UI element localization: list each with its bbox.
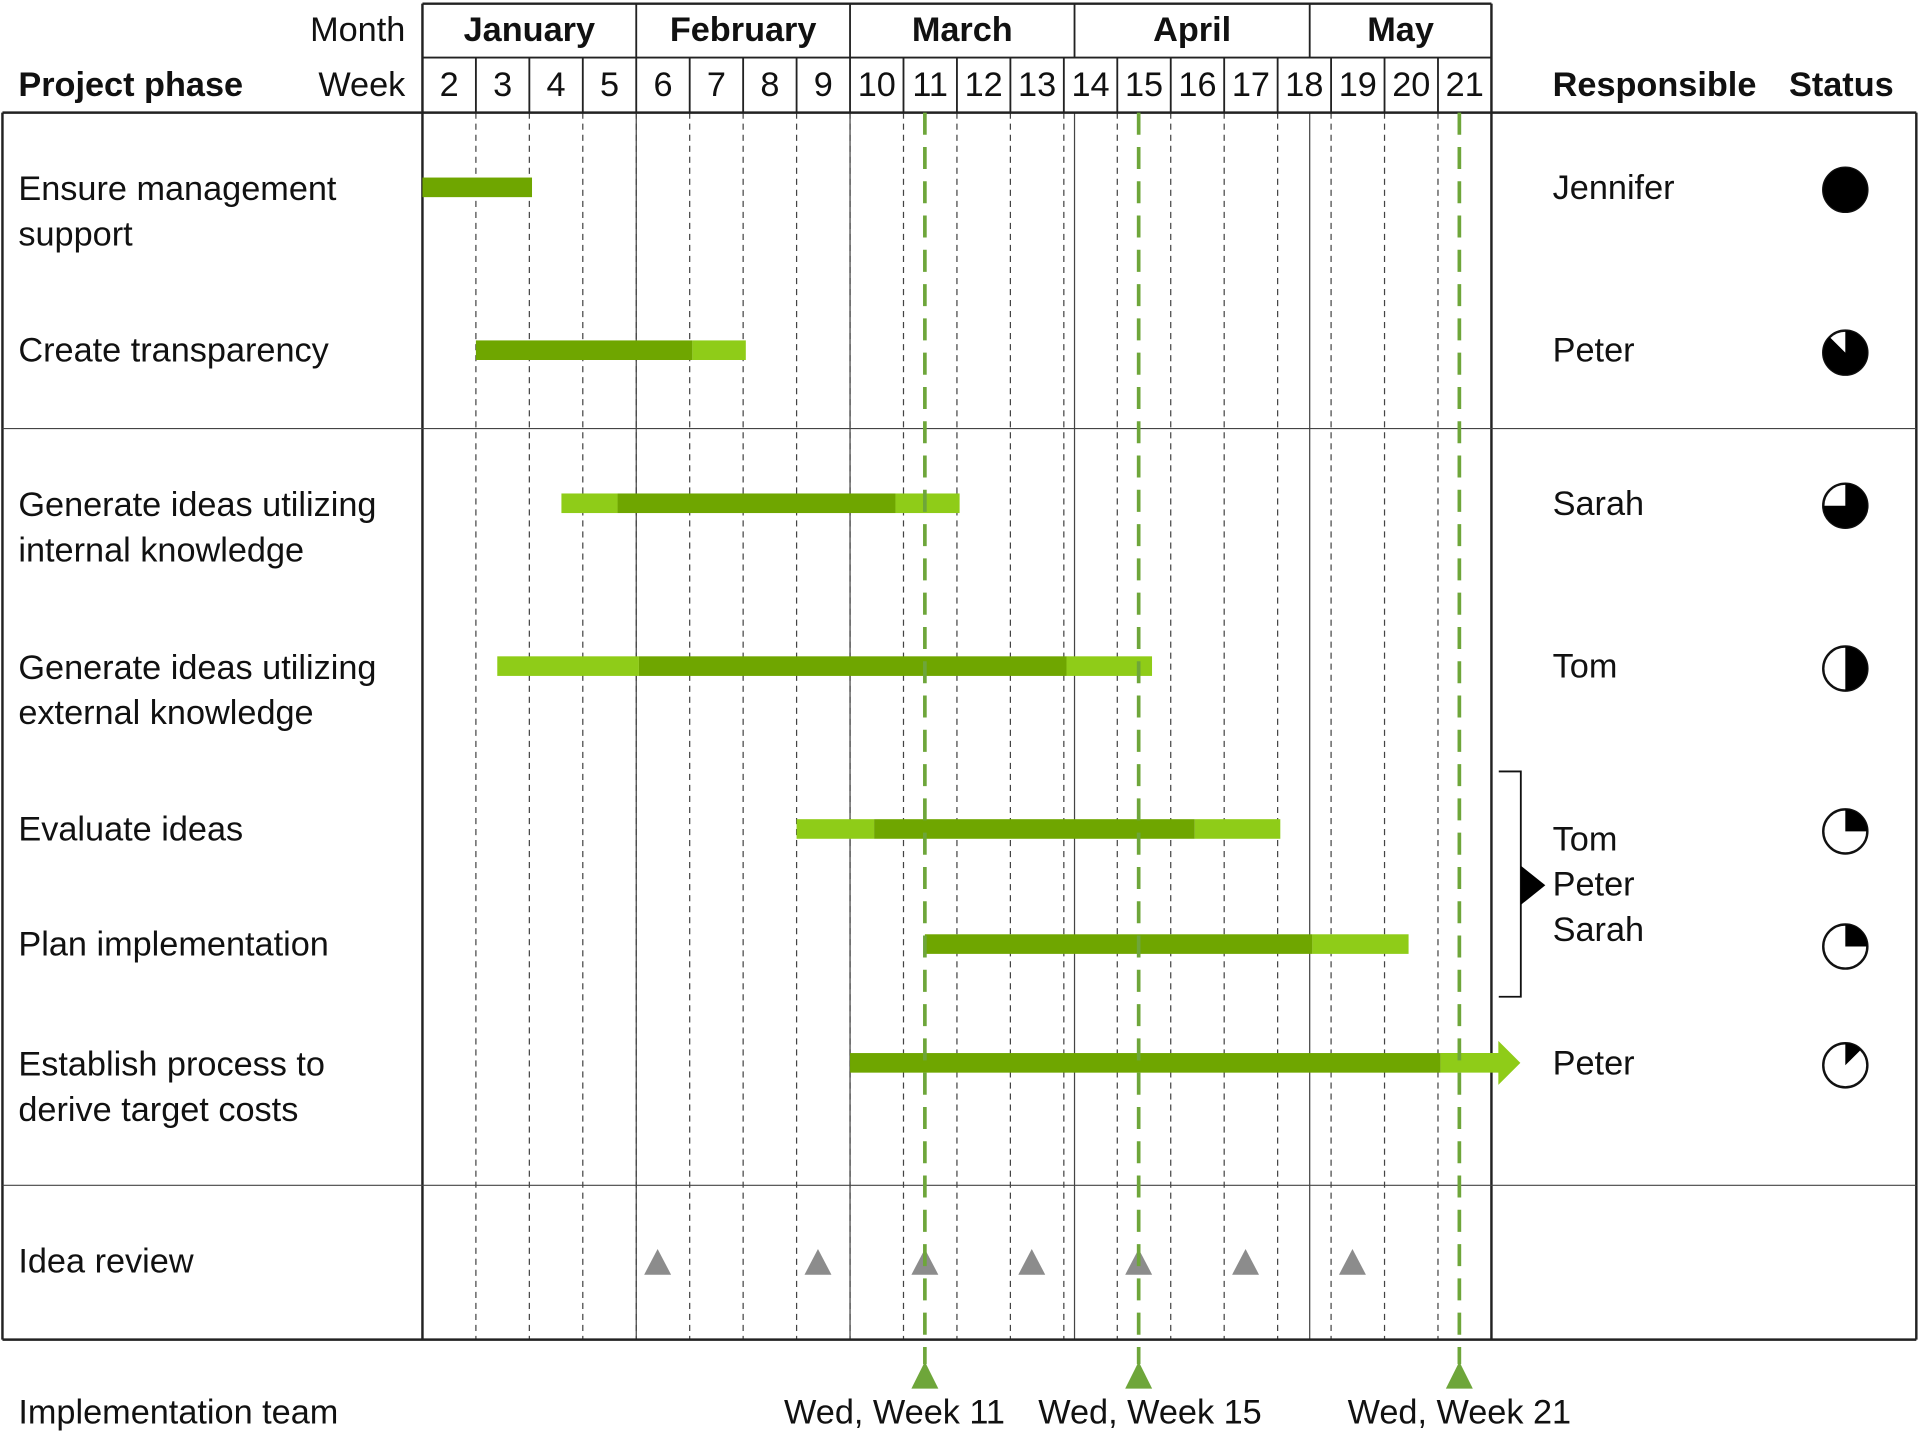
week-label: 13 [1018, 66, 1056, 104]
week-label: 12 [965, 66, 1003, 104]
week-label: 19 [1339, 66, 1377, 104]
responsible-name: Jennifer [1553, 169, 1675, 207]
gantt-bar-core [924, 934, 1313, 954]
week-label: 8 [760, 66, 779, 104]
status-fill [1845, 646, 1868, 691]
task-label: Create transparency [18, 332, 329, 370]
milestone-label: Wed, Week 15 [1038, 1393, 1261, 1431]
milestone-marker-icon [1125, 1361, 1153, 1389]
task-label: Evaluate ideas [18, 810, 243, 848]
status-fill [1845, 809, 1868, 832]
idea-review-marker-icon [804, 1248, 832, 1275]
task-label: support [18, 215, 133, 253]
week-label: 10 [858, 66, 896, 104]
month-axis-label: Month [310, 11, 405, 49]
month-label-february: February [670, 11, 817, 49]
gantt-bar-core [422, 177, 533, 198]
month-label-april: April [1153, 11, 1231, 49]
implementation-team-label: Implementation team [18, 1393, 338, 1431]
gantt-bar-buffer [1194, 819, 1281, 839]
week-label: 17 [1232, 66, 1270, 104]
gantt-bar-buffer [497, 656, 639, 676]
group-responsible-name: Sarah [1553, 911, 1644, 949]
responsible-name: Tom [1553, 648, 1618, 686]
week-label: 6 [653, 66, 672, 104]
month-label-may: May [1367, 11, 1434, 49]
milestone-label: Wed, Week 11 [784, 1393, 1005, 1431]
week-label: 2 [440, 66, 459, 104]
group-responsible-name: Tom [1553, 820, 1618, 858]
week-label: 16 [1178, 66, 1216, 104]
task-label: internal knowledge [18, 531, 304, 569]
task-label: Ensure management [18, 170, 337, 208]
milestone-marker-icon [911, 1361, 939, 1389]
week-label: 4 [547, 66, 566, 104]
milestone-marker-icon [1445, 1361, 1473, 1389]
week-label: 5 [600, 66, 619, 104]
gantt-bar-core [617, 493, 896, 514]
idea-review-marker-icon [1338, 1248, 1366, 1275]
idea-review-marker-icon [1018, 1248, 1046, 1275]
task-label: Plan implementation [18, 926, 328, 964]
status-fill [1845, 924, 1868, 947]
week-label: 20 [1392, 66, 1430, 104]
responsible-header: Responsible [1553, 66, 1757, 104]
week-axis-label: Week [318, 66, 406, 104]
week-label: 14 [1071, 66, 1109, 104]
group-bracket-pointer-icon [1520, 865, 1546, 905]
milestone-label: Wed, Week 21 [1348, 1393, 1571, 1431]
week-label: 9 [814, 66, 833, 104]
idea-review-label: Idea review [18, 1243, 193, 1281]
group-bracket [1498, 770, 1522, 998]
responsible-name: Peter [1553, 332, 1635, 370]
task-label: Generate ideas utilizing [18, 486, 376, 524]
gantt-bar-core [638, 656, 1067, 676]
status-fill [1823, 167, 1868, 212]
month-label-march: March [912, 11, 1013, 49]
responsible-name: Sarah [1553, 485, 1644, 523]
gantt-bar-arrow [1440, 1040, 1521, 1085]
task-label: Generate ideas utilizing [18, 649, 376, 687]
week-label: 11 [912, 66, 948, 104]
week-label: 21 [1446, 66, 1484, 104]
idea-review-marker-icon [644, 1248, 672, 1275]
task-label: derive target costs [18, 1091, 298, 1129]
gantt-bar-buffer [895, 493, 960, 514]
gantt-bar-buffer [561, 493, 618, 514]
month-label-january: January [464, 11, 595, 49]
gantt-chart: January February March April May 2 3 4 5 6 7 8 9 10 11… [0, 0, 1920, 1440]
project-phase-header: Project phase [18, 66, 243, 104]
week-label: 7 [707, 66, 726, 104]
responsible-name: Peter [1553, 1044, 1635, 1082]
idea-review-marker-icon [1232, 1248, 1260, 1275]
task-label: Establish process to [18, 1046, 325, 1084]
week-label: 3 [493, 66, 512, 104]
group-responsible-name: Peter [1553, 866, 1635, 904]
week-label: 15 [1125, 66, 1163, 104]
gantt-bar-buffer [1312, 934, 1409, 954]
gantt-bar-core [874, 819, 1195, 839]
gantt-bar-buffer [796, 819, 875, 839]
gantt-bar-core [850, 1053, 1441, 1073]
task-label: external knowledge [18, 694, 313, 732]
gantt-bar-core [475, 340, 693, 360]
week-label: 18 [1285, 66, 1323, 104]
gantt-bar-buffer [692, 340, 746, 360]
gantt-svg: January February March April May 2 3 4 5 6 7 8 9 10 11… [1, 2, 1918, 1431]
status-header: Status [1789, 66, 1894, 104]
